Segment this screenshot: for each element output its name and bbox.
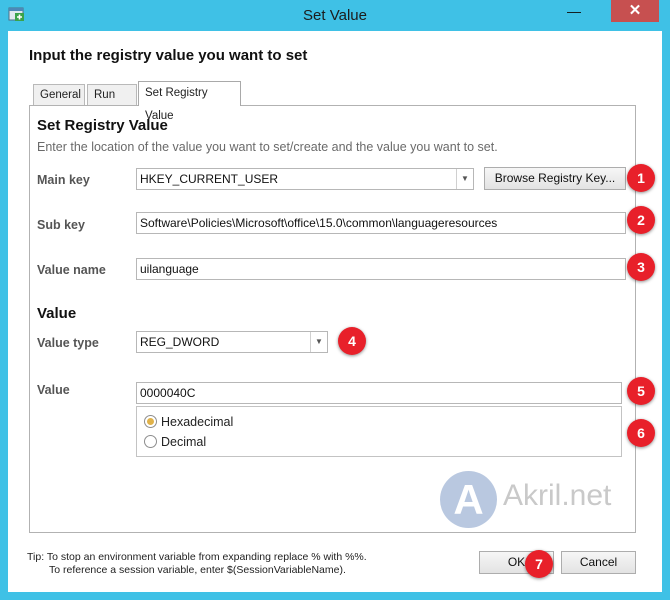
sub-key-label: Sub key [37,218,85,232]
callout-marker-3: 3 [627,253,655,281]
radio-selected-icon[interactable] [144,415,157,428]
value-input[interactable]: 0000040C [136,382,622,404]
tip-text: Tip: To stop an environment variable fro… [27,551,367,577]
cancel-button[interactable]: Cancel [561,551,636,574]
value-type-combo[interactable]: REG_DWORD ▼ [136,331,328,353]
chevron-down-icon[interactable]: ▼ [456,169,473,189]
value-type-label: Value type [37,336,99,350]
chevron-down-icon[interactable]: ▼ [310,332,327,352]
callout-marker-6: 6 [627,419,655,447]
value-label: Value [37,383,70,397]
callout-marker-2: 2 [627,206,655,234]
watermark-text: Akril.net [503,479,612,512]
tip-line-1: Tip: To stop an environment variable fro… [27,551,367,563]
radio-decimal[interactable]: Decimal [144,435,206,449]
close-button[interactable]: ✕ [611,0,659,22]
value-type-value: REG_DWORD [140,335,220,349]
value-name-label: Value name [37,263,106,277]
title-bar[interactable]: Set Value — ✕ [0,0,670,31]
browse-registry-key-button[interactable]: Browse Registry Key... [484,167,626,190]
dialog-body: Input the registry value you want to set… [8,31,662,592]
number-format-group: Hexadecimal Decimal [136,406,622,457]
value-name-input[interactable]: uilanguage [136,258,626,280]
sub-key-input[interactable]: Software\Policies\Microsoft\office\15.0\… [136,212,626,234]
minimize-button[interactable]: — [565,4,583,20]
main-key-value: HKEY_CURRENT_USER [140,172,279,186]
page-title: Input the registry value you want to set [29,47,308,64]
tip-line-2: To reference a session variable, enter $… [49,564,346,576]
tab-run-as[interactable]: Run As [87,84,137,121]
radio-hexadecimal[interactable]: Hexadecimal [144,415,233,429]
tab-panel: Set Registry Value Enter the location of… [29,105,636,533]
main-key-label: Main key [37,173,90,187]
description: Enter the location of the value you want… [37,140,498,154]
main-key-combo[interactable]: HKEY_CURRENT_USER ▼ [136,168,474,190]
callout-marker-1: 1 [627,164,655,192]
section-title-value: Value [37,305,77,322]
callout-marker-7: 7 [525,550,553,578]
callout-marker-5: 5 [627,377,655,405]
radio-hexadecimal-label: Hexadecimal [161,415,234,429]
watermark-icon: A [440,471,497,528]
callout-marker-4: 4 [338,327,366,355]
set-value-window: Set Value — ✕ Input the registry value y… [0,0,670,600]
tab-general[interactable]: General [33,84,85,105]
radio-unselected-icon[interactable] [144,435,157,448]
tab-set-registry-value[interactable]: Set Registry Value [138,81,241,122]
radio-decimal-label: Decimal [161,435,207,449]
